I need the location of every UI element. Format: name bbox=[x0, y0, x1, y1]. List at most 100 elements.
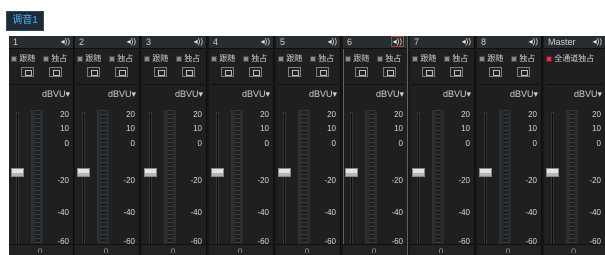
headphone-icon[interactable]: ∩ bbox=[37, 245, 43, 255]
fader-handle[interactable] bbox=[77, 168, 90, 177]
speaker-icon[interactable]: ◂)) bbox=[127, 37, 136, 46]
scale-label: 0 bbox=[264, 139, 269, 148]
scale-label: -40 bbox=[458, 208, 470, 217]
follow-checkbox[interactable]: 跟随 bbox=[144, 53, 168, 64]
unit-dropdown[interactable]: dBVU▾ bbox=[376, 89, 404, 100]
bus-icon[interactable] bbox=[489, 67, 502, 77]
solo-checkbox[interactable]: 独占 bbox=[310, 53, 334, 64]
solo-checkbox[interactable]: 独占 bbox=[377, 53, 401, 64]
speaker-icon[interactable]: ◂)) bbox=[462, 37, 471, 46]
monitor-icon[interactable] bbox=[316, 67, 329, 77]
channel-strip-3: 3 ◂)) 跟随 独占 dBVU▾ 20 10 0 -20 -40 -60 ∩ bbox=[142, 36, 207, 255]
checkbox-icon bbox=[511, 55, 517, 62]
headphone-icon[interactable]: ∩ bbox=[170, 245, 176, 255]
headphone-icon[interactable]: ∩ bbox=[371, 245, 377, 255]
speaker-icon[interactable]: ◂)) bbox=[328, 37, 337, 46]
solo-all-checkbox[interactable]: 全通道独占 bbox=[546, 53, 594, 64]
follow-checkbox[interactable]: 跟随 bbox=[345, 53, 369, 64]
fader-handle[interactable] bbox=[11, 168, 24, 177]
chevron-down-icon: ▾ bbox=[198, 89, 203, 99]
follow-checkbox[interactable]: 跟随 bbox=[211, 53, 235, 64]
solo-checkbox[interactable]: 独占 bbox=[43, 53, 67, 64]
monitor-icon[interactable] bbox=[517, 67, 530, 77]
solo-checkbox[interactable]: 独占 bbox=[176, 53, 200, 64]
channel-strip-6-selected[interactable]: 6 ◂)) 跟随 独占 dBVU▾ 20 10 0 -20 -40 -60 ∩ bbox=[343, 36, 408, 255]
bus-icon[interactable] bbox=[422, 67, 435, 77]
fader-track[interactable] bbox=[551, 112, 554, 246]
scale-label: -20 bbox=[123, 176, 135, 185]
monitor-icon[interactable] bbox=[115, 67, 128, 77]
follow-checkbox[interactable]: 跟随 bbox=[412, 53, 436, 64]
divider bbox=[278, 84, 338, 85]
fader-track[interactable] bbox=[417, 112, 420, 246]
follow-checkbox[interactable]: 跟随 bbox=[479, 53, 503, 64]
scale-label: -20 bbox=[57, 176, 69, 185]
scale-label: -20 bbox=[257, 176, 269, 185]
speaker-icon[interactable]: ◂)) bbox=[194, 37, 203, 46]
fader-handle[interactable] bbox=[345, 168, 358, 177]
scale-label: -20 bbox=[190, 176, 202, 185]
headphone-icon[interactable]: ∩ bbox=[571, 245, 577, 255]
strip-header: 5 ◂)) bbox=[276, 36, 340, 49]
unit-dropdown[interactable]: dBVU▾ bbox=[443, 89, 471, 100]
channel-name: 7 bbox=[414, 37, 420, 47]
fader-track[interactable] bbox=[16, 112, 19, 246]
unit-dropdown[interactable]: dBVU▾ bbox=[309, 89, 337, 100]
solo-checkbox[interactable]: 独占 bbox=[243, 53, 267, 64]
solo-checkbox[interactable]: 独占 bbox=[109, 53, 133, 64]
bus-icon[interactable] bbox=[87, 67, 100, 77]
unit-dropdown[interactable]: dBVU▾ bbox=[108, 89, 136, 100]
headphone-icon[interactable]: ∩ bbox=[505, 245, 511, 255]
solo-checkbox[interactable]: 独占 bbox=[511, 53, 535, 64]
fader-handle[interactable] bbox=[144, 168, 157, 177]
monitor-icon[interactable] bbox=[383, 67, 396, 77]
fader-handle[interactable] bbox=[211, 168, 224, 177]
unit-dropdown[interactable]: dBVU▾ bbox=[175, 89, 203, 100]
headphone-icon[interactable]: ∩ bbox=[237, 245, 243, 255]
solo-checkbox[interactable]: 独占 bbox=[444, 53, 468, 64]
divider bbox=[211, 84, 271, 85]
fader-track[interactable] bbox=[350, 112, 353, 246]
channel-strip-2: 2 ◂)) 跟随 独占 dBVU▾ 20 10 0 -20 -40 -60 ∩ bbox=[75, 36, 140, 255]
tab-mixer-1[interactable]: 调音1 bbox=[6, 11, 44, 31]
checkbox-icon bbox=[345, 55, 351, 62]
bus-icon[interactable] bbox=[288, 67, 301, 77]
master-strip: Master ◂)) 全通道独占 dBVU▾ 20 10 0 -20 -40 -… bbox=[544, 36, 605, 255]
speaker-icon[interactable]: ◂)) bbox=[529, 37, 538, 46]
fader-track[interactable] bbox=[283, 112, 286, 246]
fader-handle[interactable] bbox=[412, 168, 425, 177]
monitor-icon[interactable] bbox=[49, 67, 62, 77]
bus-icon[interactable] bbox=[21, 67, 34, 77]
fader-track[interactable] bbox=[484, 112, 487, 246]
monitor-icon[interactable] bbox=[182, 67, 195, 77]
fader-track[interactable] bbox=[149, 112, 152, 246]
fader-handle[interactable] bbox=[479, 168, 492, 177]
speaker-icon[interactable]: ◂)) bbox=[593, 37, 602, 46]
headphone-icon[interactable]: ∩ bbox=[103, 245, 109, 255]
follow-checkbox[interactable]: 跟随 bbox=[77, 53, 101, 64]
monitor-icon[interactable] bbox=[450, 67, 463, 77]
unit-dropdown[interactable]: dBVU▾ bbox=[42, 89, 70, 100]
bus-icon[interactable] bbox=[221, 67, 234, 77]
chevron-down-icon: ▾ bbox=[399, 89, 404, 99]
speaker-icon[interactable]: ◂)) bbox=[390, 36, 404, 47]
scale-label: 20 bbox=[461, 110, 470, 119]
monitor-icon[interactable] bbox=[249, 67, 262, 77]
speaker-icon[interactable]: ◂)) bbox=[61, 37, 70, 46]
fader-track[interactable] bbox=[82, 112, 85, 246]
fader-handle[interactable] bbox=[278, 168, 291, 177]
headphone-icon[interactable]: ∩ bbox=[438, 245, 444, 255]
speaker-icon[interactable]: ◂)) bbox=[261, 37, 270, 46]
scale-label: 20 bbox=[126, 110, 135, 119]
bus-icon[interactable] bbox=[355, 67, 368, 77]
unit-dropdown[interactable]: dBVU▾ bbox=[510, 89, 538, 100]
unit-dropdown[interactable]: dBVU▾ bbox=[242, 89, 270, 100]
bus-icon[interactable] bbox=[154, 67, 167, 77]
fader-track[interactable] bbox=[216, 112, 219, 246]
follow-checkbox[interactable]: 跟随 bbox=[11, 53, 35, 64]
follow-checkbox[interactable]: 跟随 bbox=[278, 53, 302, 64]
unit-dropdown[interactable]: dBVU▾ bbox=[574, 89, 602, 100]
meter-left bbox=[299, 110, 302, 248]
fader-handle[interactable] bbox=[546, 168, 559, 177]
headphone-icon[interactable]: ∩ bbox=[304, 245, 310, 255]
